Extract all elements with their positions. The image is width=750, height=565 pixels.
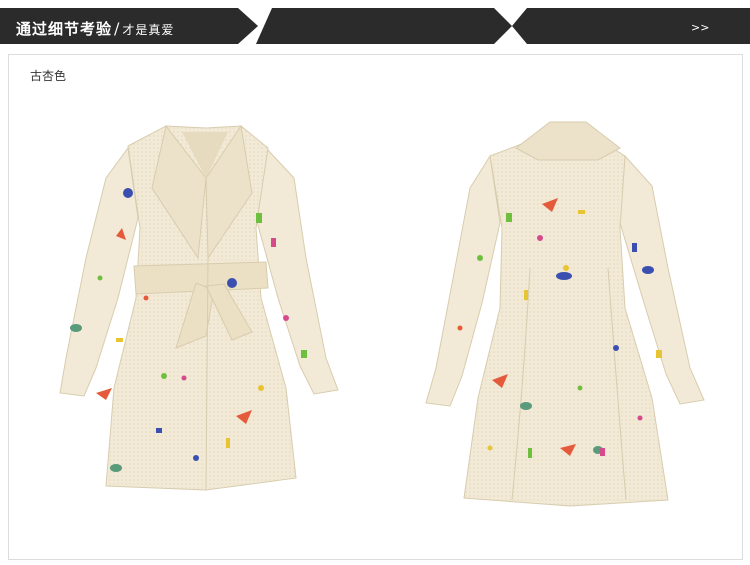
color-label: 古杏色: [30, 69, 67, 83]
section-title: 通过细节考验 / 才是真爱: [16, 19, 175, 38]
coat-front-image: [59, 124, 339, 491]
section-header: 通过细节考验 / 才是真爱 >>: [0, 0, 750, 48]
more-link[interactable]: >>: [691, 21, 709, 34]
coat-back-image: [425, 121, 705, 507]
